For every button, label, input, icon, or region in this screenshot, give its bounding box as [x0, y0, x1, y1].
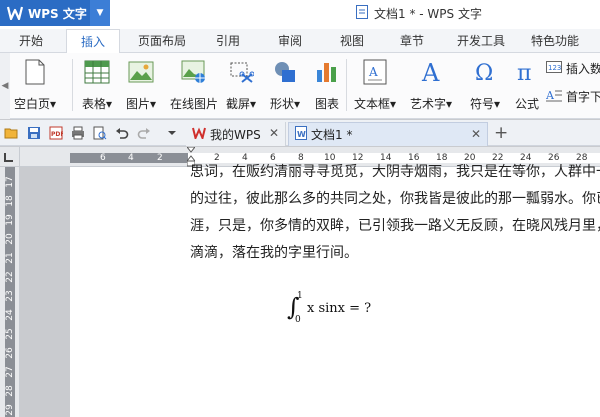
tab-insert[interactable]: 插入 — [66, 29, 120, 54]
shape-icon — [272, 59, 298, 85]
pi-icon: π — [514, 59, 540, 85]
svg-text:PDF: PDF — [51, 131, 63, 138]
save-icon[interactable] — [26, 125, 42, 141]
svg-text:123: 123 — [548, 64, 561, 72]
tab-document1-label: 文档1 * — [311, 128, 353, 142]
window-title-text: 文档1 * - WPS 文字 — [374, 7, 482, 21]
picture-button[interactable]: 图片▾ — [126, 59, 156, 113]
tab-my-wps[interactable]: 我的WPS ✕ — [186, 122, 286, 146]
wps-logo-icon — [6, 4, 24, 22]
document-page[interactable]: 思词，在贩约清丽寻寻觅觅，大阴寺烟雨，我只是在等你，人群中一 的过往，彼此那么多… — [70, 164, 600, 417]
tab-developer[interactable]: 开发工具 — [450, 29, 512, 53]
table-icon — [84, 59, 110, 85]
integral-expression: x sinx = ? — [307, 301, 372, 316]
textbox-icon: A — [362, 59, 388, 85]
document-icon — [356, 5, 368, 22]
quick-access-bar: PDF 我的WPS ✕ W 文档1 * ✕ + — [0, 120, 600, 146]
svg-text:W: W — [297, 130, 306, 139]
open-folder-icon[interactable] — [4, 125, 20, 141]
insert-number-button[interactable]: 123 插入数 — [546, 59, 600, 77]
ribbon-separator — [346, 59, 347, 111]
chart-button[interactable]: 图表 — [314, 59, 340, 113]
svg-text:Ω: Ω — [475, 61, 493, 85]
document-body[interactable]: 思词，在贩约清丽寻寻觅觅，大阴寺烟雨，我只是在等你，人群中一 的过往，彼此那么多… — [190, 159, 600, 267]
paragraph-line: 滴滴，落在我的字里行间。 — [190, 245, 358, 261]
ribbon-scroll-left-icon[interactable]: ◀ — [0, 53, 10, 119]
number-icon: 123 — [546, 60, 562, 76]
blank-page-button[interactable]: 空白页▾ — [14, 59, 56, 113]
chart-label: 图表 — [314, 97, 339, 111]
title-bar: WPS 文字 ▼ 文档1 * - WPS 文字 — [0, 0, 600, 29]
tab-section[interactable]: 章节 — [390, 29, 434, 53]
customize-toolbar-chevron-down-icon[interactable] — [164, 125, 180, 141]
tab-my-wps-label: 我的WPS — [210, 127, 261, 142]
integral-lower-limit: 0 — [295, 315, 301, 325]
close-icon[interactable]: ✕ — [269, 126, 279, 140]
formula-label: 公式 — [514, 97, 539, 111]
tab-document1[interactable]: W 文档1 * ✕ — [288, 122, 488, 146]
svg-text:A: A — [546, 89, 555, 102]
svg-text:A: A — [368, 65, 378, 79]
tab-view[interactable]: 视图 — [330, 29, 374, 53]
drop-cap-button[interactable]: A 首字下 — [545, 87, 600, 105]
document-workspace: 思词，在贩约清丽寻寻觅觅，大阴寺烟雨，我只是在等你，人群中一 的过往，彼此那么多… — [20, 164, 600, 417]
art-text-icon: A — [418, 59, 444, 85]
tab-page-layout[interactable]: 页面布局 — [132, 29, 192, 53]
screenshot-button[interactable]: 截屏▾ — [226, 59, 256, 113]
tab-references[interactable]: 引用 — [206, 29, 250, 53]
redo-icon[interactable] — [136, 125, 152, 141]
svg-text:A: A — [421, 59, 440, 85]
print-preview-icon[interactable] — [92, 125, 108, 141]
tab-special-features[interactable]: 特色功能 — [524, 29, 586, 53]
paragraph-line: 思词，在贩约清丽寻寻觅觅，大阴寺烟雨，我只是在等你，人群中一 — [190, 164, 600, 180]
tab-review[interactable]: 审阅 — [268, 29, 312, 53]
integral-upper-limit: 1 — [297, 291, 303, 301]
omega-icon: Ω — [472, 59, 498, 85]
undo-icon[interactable] — [114, 125, 130, 141]
textbox-button[interactable]: A 文本框▾ — [354, 59, 396, 113]
picture-icon — [128, 59, 154, 85]
shape-button[interactable]: 形状▾ — [270, 59, 300, 113]
blank-page-icon — [22, 59, 48, 85]
symbol-button[interactable]: Ω 符号▾ — [470, 59, 500, 113]
export-pdf-icon[interactable]: PDF — [48, 125, 64, 141]
paragraph-line: 的过往，彼此那么多的共同之处，你我皆是彼此的那一瓢弱水。你已 — [190, 191, 600, 207]
app-name: WPS 文字 — [28, 6, 87, 21]
chevron-down-icon[interactable]: ▼ — [90, 0, 110, 26]
ruler-tab-selector[interactable] — [0, 147, 20, 167]
tab-start[interactable]: 开始 — [8, 29, 54, 53]
document-icon: W — [295, 126, 307, 143]
paragraph-line: 涯，只是，你多情的双眸，已引领我一路义无反顾，在晓风残月里， — [190, 218, 600, 234]
window-title: 文档1 * - WPS 文字 — [356, 5, 482, 22]
drop-cap-icon: A — [545, 88, 562, 105]
close-icon[interactable]: ✕ — [471, 127, 481, 141]
ribbon-insert: ◀ 空白页▾ 表格▾ 图片▾ 在线图片 截屏▾ 形状▾ 图表 A 文本框▾ A … — [0, 53, 600, 119]
new-tab-plus-icon[interactable]: + — [494, 123, 508, 143]
table-button[interactable]: 表格▾ — [82, 59, 112, 113]
online-picture-label: 在线图片 — [170, 97, 219, 111]
svg-text:π: π — [517, 61, 531, 85]
vertical-ruler[interactable]: 17 18 19 20 21 22 23 24 25 26 27 28 29 — [0, 167, 20, 417]
online-picture-icon — [181, 59, 207, 85]
formula-button[interactable]: π 公式 — [514, 59, 540, 113]
app-menu-button[interactable]: WPS 文字 ▼ — [0, 0, 110, 26]
screenshot-icon — [228, 59, 255, 85]
print-icon[interactable] — [70, 125, 86, 141]
integral-formula[interactable]: ∫ 1 0 x sinx = ? — [287, 291, 377, 327]
art-text-button[interactable]: A 艺术字▾ — [410, 59, 452, 113]
online-picture-button[interactable]: 在线图片 — [170, 59, 218, 113]
menu-bar: 开始 插入 页面布局 引用 审阅 视图 章节 开发工具 特色功能 — [0, 29, 600, 54]
wps-logo-icon — [192, 127, 206, 142]
chart-icon — [314, 59, 340, 85]
ribbon-separator — [72, 59, 73, 111]
